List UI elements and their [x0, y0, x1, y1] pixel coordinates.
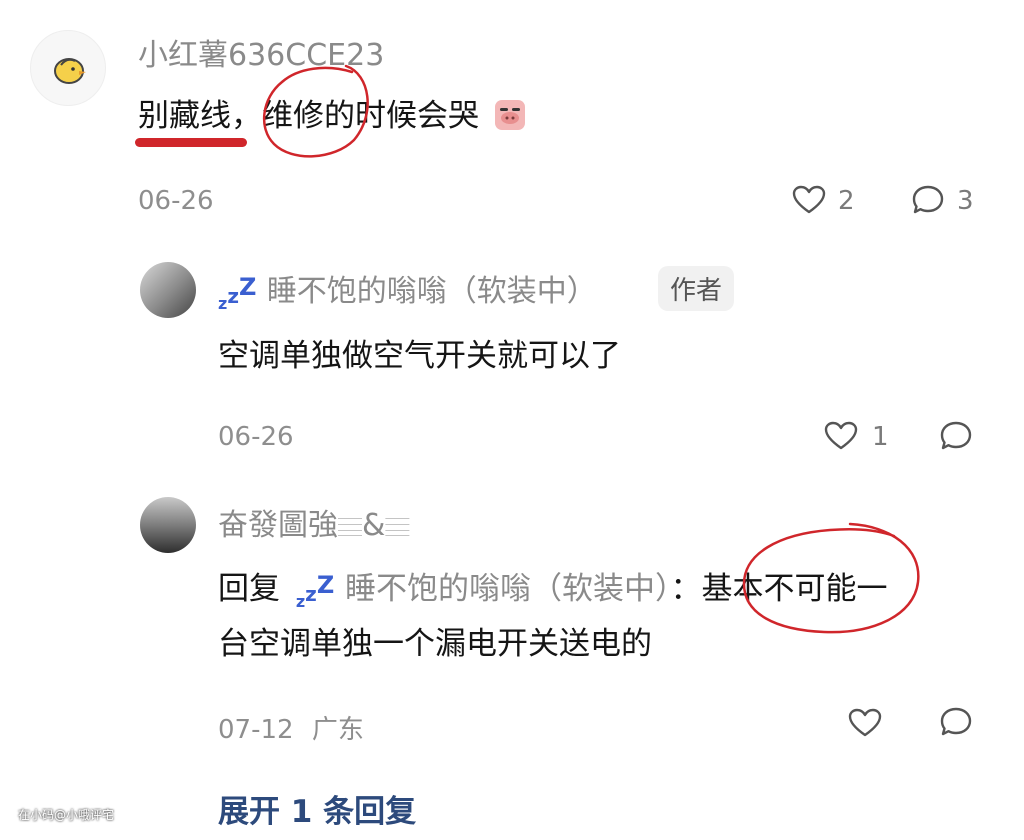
- reply-date: 07-12: [218, 715, 294, 745]
- like-count: 2: [838, 186, 855, 216]
- comment-bubble-icon: [940, 707, 972, 736]
- red-circle-annotation: [262, 64, 369, 158]
- avatar[interactable]: [140, 262, 196, 318]
- reply-username: 睡不饱的嗡嗡（软装中）: [266, 274, 597, 309]
- author-badge: 作者: [658, 266, 735, 311]
- heart-icon: [824, 421, 858, 450]
- reply-text: 空调单独做空气开关就可以了: [218, 338, 621, 374]
- reply-location: 广东: [311, 715, 364, 745]
- duck-avatar-icon: [54, 58, 86, 84]
- reply-username[interactable]: 奋發圖強𝄙&𝄙: [218, 500, 409, 544]
- reply-date: 06-26: [218, 422, 294, 452]
- red-circle-annotation: [742, 522, 920, 634]
- like-button[interactable]: [792, 185, 826, 215]
- comment-bubble-icon: [912, 185, 944, 214]
- sleeping-zzz-icon: zzZ: [295, 571, 335, 611]
- comment-date: 06-26: [138, 186, 214, 216]
- heart-icon: [792, 185, 826, 214]
- red-underline-annotation: [135, 138, 247, 147]
- reply-prefix: 回复: [218, 571, 280, 607]
- avatar[interactable]: [140, 497, 196, 553]
- reply-username-row[interactable]: zzZ 睡不饱的嗡嗡（软装中）: [218, 266, 597, 313]
- reply-button[interactable]: [939, 420, 973, 452]
- like-button[interactable]: [848, 708, 882, 738]
- reply-meta-row: 07-12 广东: [218, 709, 364, 746]
- avatar[interactable]: [30, 30, 106, 106]
- crying-pig-emoji-icon: [493, 98, 527, 140]
- sleeping-zzz-icon: zzZ: [218, 273, 257, 313]
- reply-count: 3: [957, 186, 974, 216]
- like-count: 1: [872, 422, 889, 452]
- reply-text-line2: 台空调单独一个漏电开关送电的: [218, 626, 652, 662]
- heart-icon: [848, 708, 882, 737]
- comment-bubble-icon: [940, 421, 972, 450]
- watermark: 在小码@小哦评宅: [18, 808, 115, 822]
- reply-button[interactable]: [939, 706, 973, 738]
- reply-to-username[interactable]: 睡不饱的嗡嗡（软装中）: [345, 571, 671, 607]
- expand-replies-link[interactable]: 展开 1 条回复: [218, 786, 416, 831]
- reply-button[interactable]: [911, 184, 945, 216]
- like-button[interactable]: [824, 421, 858, 451]
